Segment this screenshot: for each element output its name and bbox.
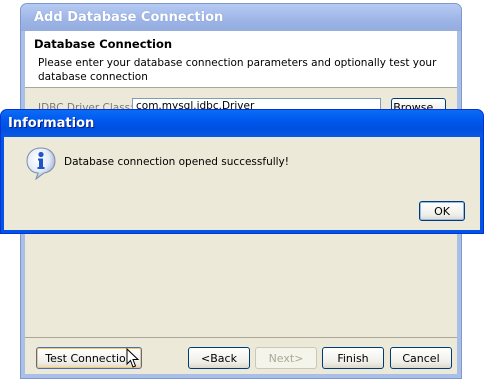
- header-description: Please enter your database connection pa…: [38, 57, 437, 83]
- ok-button[interactable]: OK: [419, 201, 465, 221]
- divider: [25, 337, 457, 338]
- dialog-titlebar[interactable]: Information: [1, 110, 483, 137]
- dialog-client-area: Database connection opened successfully!…: [4, 137, 480, 230]
- window-titlebar[interactable]: Add Database Connection: [21, 4, 461, 31]
- header-title: Database Connection: [34, 37, 173, 51]
- dialog-message: Database connection opened successfully!: [64, 156, 289, 168]
- mouse-cursor-icon: [126, 348, 140, 368]
- info-icon: [26, 147, 56, 180]
- header-panel: Database Connection Please enter your da…: [25, 31, 457, 88]
- next-button[interactable]: Next>: [255, 347, 317, 369]
- cancel-button[interactable]: Cancel: [390, 347, 452, 369]
- window-title: Add Database Connection: [34, 10, 224, 25]
- back-button[interactable]: <Back: [188, 347, 250, 369]
- information-dialog: Information Database connection opened s…: [0, 109, 484, 234]
- finish-button[interactable]: Finish: [322, 347, 384, 369]
- dialog-title: Information: [8, 116, 95, 131]
